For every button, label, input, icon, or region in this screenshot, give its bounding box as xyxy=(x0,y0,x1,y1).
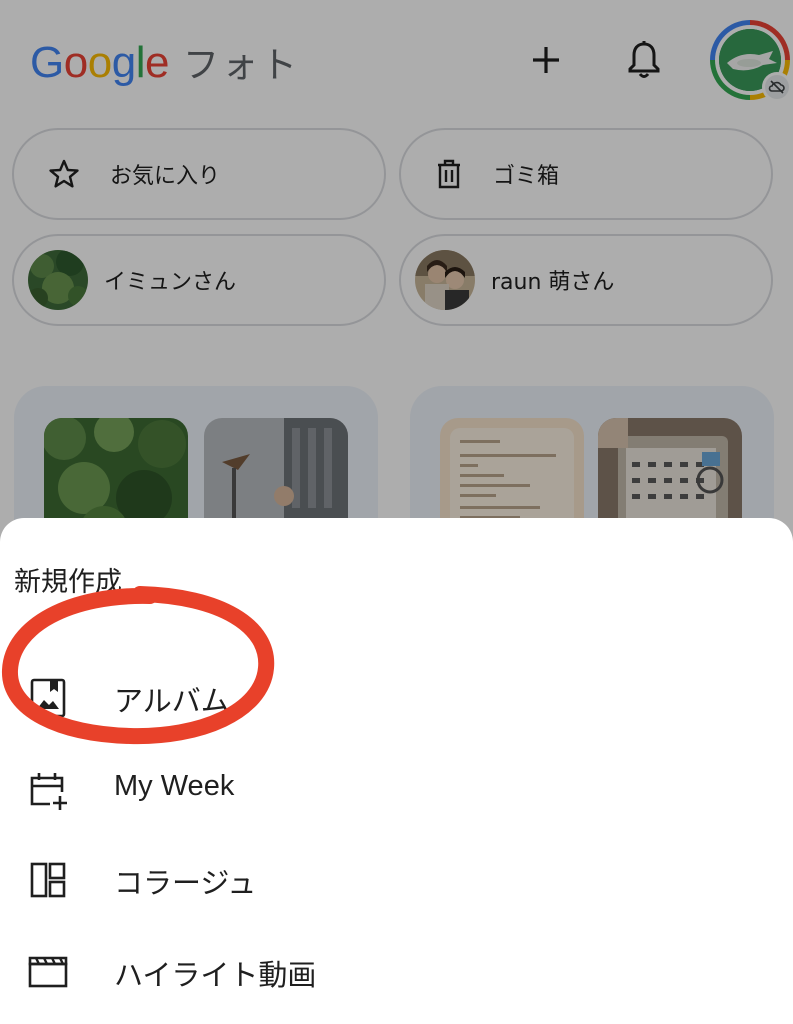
movie-icon xyxy=(28,956,68,988)
sheet-title: 新規作成 xyxy=(14,567,122,598)
create-collage-item[interactable]: コラージュ xyxy=(0,834,793,924)
create-album-item[interactable]: アルバム xyxy=(0,652,793,742)
create-new-sheet: 新規作成 アルバム My Week コラージュ ハイライト動画 xyxy=(0,518,793,1024)
create-highlight-video-label: ハイライト動画 xyxy=(114,958,317,992)
collage-icon xyxy=(30,862,66,898)
create-my-week-item[interactable]: My Week xyxy=(0,744,793,834)
calendar-add-icon xyxy=(30,773,67,810)
create-collage-label: コラージュ xyxy=(114,866,257,900)
create-my-week-label: My Week xyxy=(114,770,235,802)
album-icon xyxy=(30,678,66,718)
create-album-label: アルバム xyxy=(114,684,230,718)
photos-app: G o o g l e フォト お気に入り ゴミ箱 イミュンさん raun 萌さ… xyxy=(0,0,793,1024)
create-highlight-video-item[interactable]: ハイライト動画 xyxy=(0,926,793,1016)
